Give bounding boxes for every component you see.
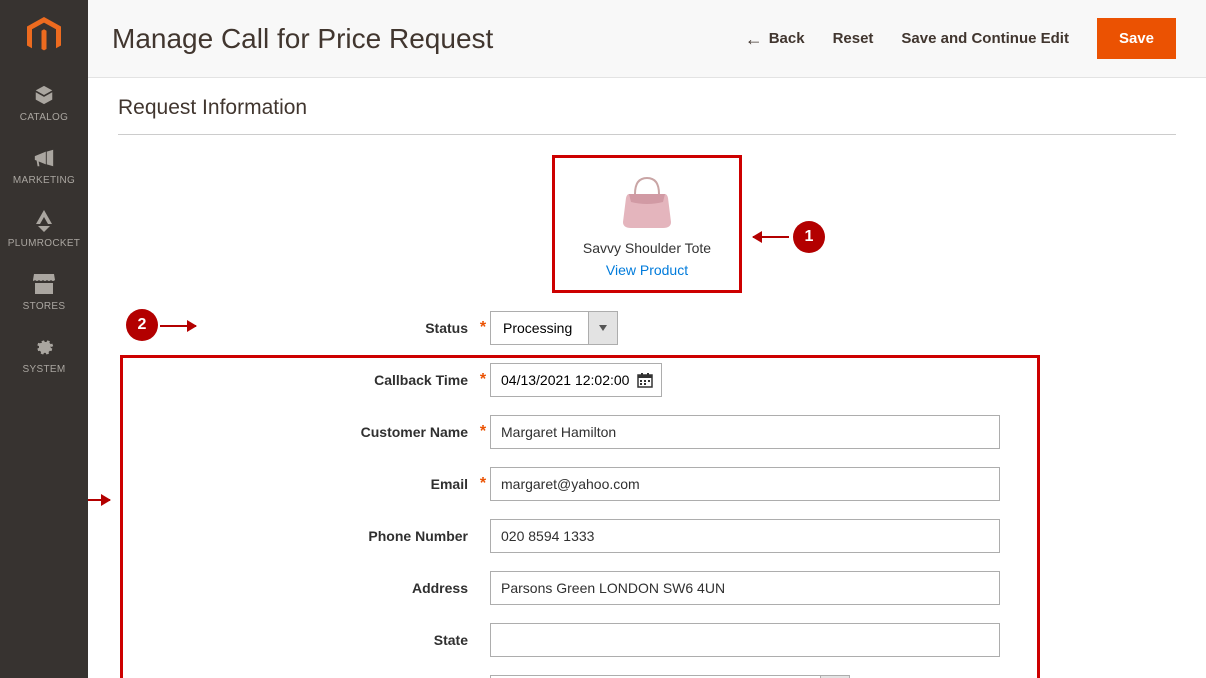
- nav-label: CATALOG: [20, 112, 68, 123]
- megaphone-icon: [31, 145, 57, 171]
- address-row: Address *: [338, 571, 1040, 605]
- customer-input[interactable]: [490, 415, 1000, 449]
- back-label: Back: [769, 30, 805, 47]
- save-continue-button[interactable]: Save and Continue Edit: [901, 30, 1069, 47]
- callback-label: Callback Time: [338, 372, 476, 388]
- customer-label: Customer Name: [338, 424, 476, 440]
- phone-row: Phone Number *: [338, 519, 1040, 553]
- required-asterisk: *: [476, 319, 490, 337]
- status-value: Processing: [490, 311, 588, 345]
- request-form: 2 Status * Processing 3: [338, 311, 1040, 678]
- section-title: Request Information: [118, 96, 1176, 135]
- magento-logo-icon: [27, 17, 61, 55]
- nav-label: SYSTEM: [23, 364, 66, 375]
- back-arrow-icon: ←: [745, 30, 763, 48]
- nav-label: MARKETING: [13, 175, 75, 186]
- email-label: Email: [338, 476, 476, 492]
- product-image: [612, 170, 682, 234]
- address-label: Address: [338, 580, 476, 596]
- customer-row: Customer Name *: [338, 415, 1040, 449]
- required-asterisk: *: [476, 475, 490, 493]
- phone-input[interactable]: [490, 519, 1000, 553]
- status-row: Status * Processing: [338, 311, 1040, 345]
- product-preview: Savvy Shoulder Tote View Product: [552, 155, 742, 293]
- magento-logo[interactable]: [0, 0, 88, 72]
- plumrocket-icon: [31, 208, 57, 234]
- annotation-marker-2: 2: [126, 309, 158, 341]
- nav-label: STORES: [23, 301, 66, 312]
- address-input[interactable]: [490, 571, 1000, 605]
- status-label: Status: [338, 320, 476, 336]
- back-button[interactable]: ← Back: [745, 30, 805, 48]
- callback-row: Callback Time * 04/13/2021 12:02:00: [338, 363, 1040, 397]
- page-title: Manage Call for Price Request: [112, 23, 493, 55]
- gear-icon: [31, 334, 57, 360]
- annotation-arrow-1: [753, 236, 789, 238]
- status-select[interactable]: Processing: [490, 311, 618, 345]
- nav-stores[interactable]: STORES: [0, 261, 88, 324]
- main-area: Manage Call for Price Request ← Back Res…: [88, 0, 1206, 678]
- reset-button[interactable]: Reset: [833, 30, 874, 47]
- content: Request Information Savvy Shoulder Tote …: [88, 78, 1206, 678]
- calendar-icon[interactable]: [637, 372, 653, 388]
- nav-catalog[interactable]: CATALOG: [0, 72, 88, 135]
- email-row: Email *: [338, 467, 1040, 501]
- required-asterisk: *: [476, 371, 490, 389]
- store-icon: [31, 271, 57, 297]
- page-header: Manage Call for Price Request ← Back Res…: [88, 0, 1206, 78]
- admin-sidebar: CATALOG MARKETING PLUMROCKET STORES SYST…: [0, 0, 88, 678]
- annotation-marker-1: 1: [793, 221, 825, 253]
- nav-system[interactable]: SYSTEM: [0, 324, 88, 387]
- view-product-link[interactable]: View Product: [606, 262, 688, 278]
- cube-icon: [31, 82, 57, 108]
- save-button[interactable]: Save: [1097, 18, 1176, 59]
- nav-marketing[interactable]: MARKETING: [0, 135, 88, 198]
- status-dropdown-button[interactable]: [588, 311, 618, 345]
- phone-label: Phone Number: [338, 528, 476, 544]
- email-input[interactable]: [490, 467, 1000, 501]
- state-label: State: [338, 632, 476, 648]
- annotation-arrow-2: [160, 325, 196, 327]
- callback-input[interactable]: 04/13/2021 12:02:00: [490, 363, 662, 397]
- header-actions: ← Back Reset Save and Continue Edit Save: [745, 18, 1176, 59]
- state-row: State *: [338, 623, 1040, 657]
- annotation-arrow-3: [88, 499, 110, 501]
- product-name: Savvy Shoulder Tote: [583, 240, 711, 256]
- nav-label: PLUMROCKET: [8, 238, 80, 249]
- nav-plumrocket[interactable]: PLUMROCKET: [0, 198, 88, 261]
- callback-value: 04/13/2021 12:02:00: [491, 372, 637, 388]
- required-asterisk: *: [476, 423, 490, 441]
- state-input[interactable]: [490, 623, 1000, 657]
- chevron-down-icon: [599, 325, 607, 331]
